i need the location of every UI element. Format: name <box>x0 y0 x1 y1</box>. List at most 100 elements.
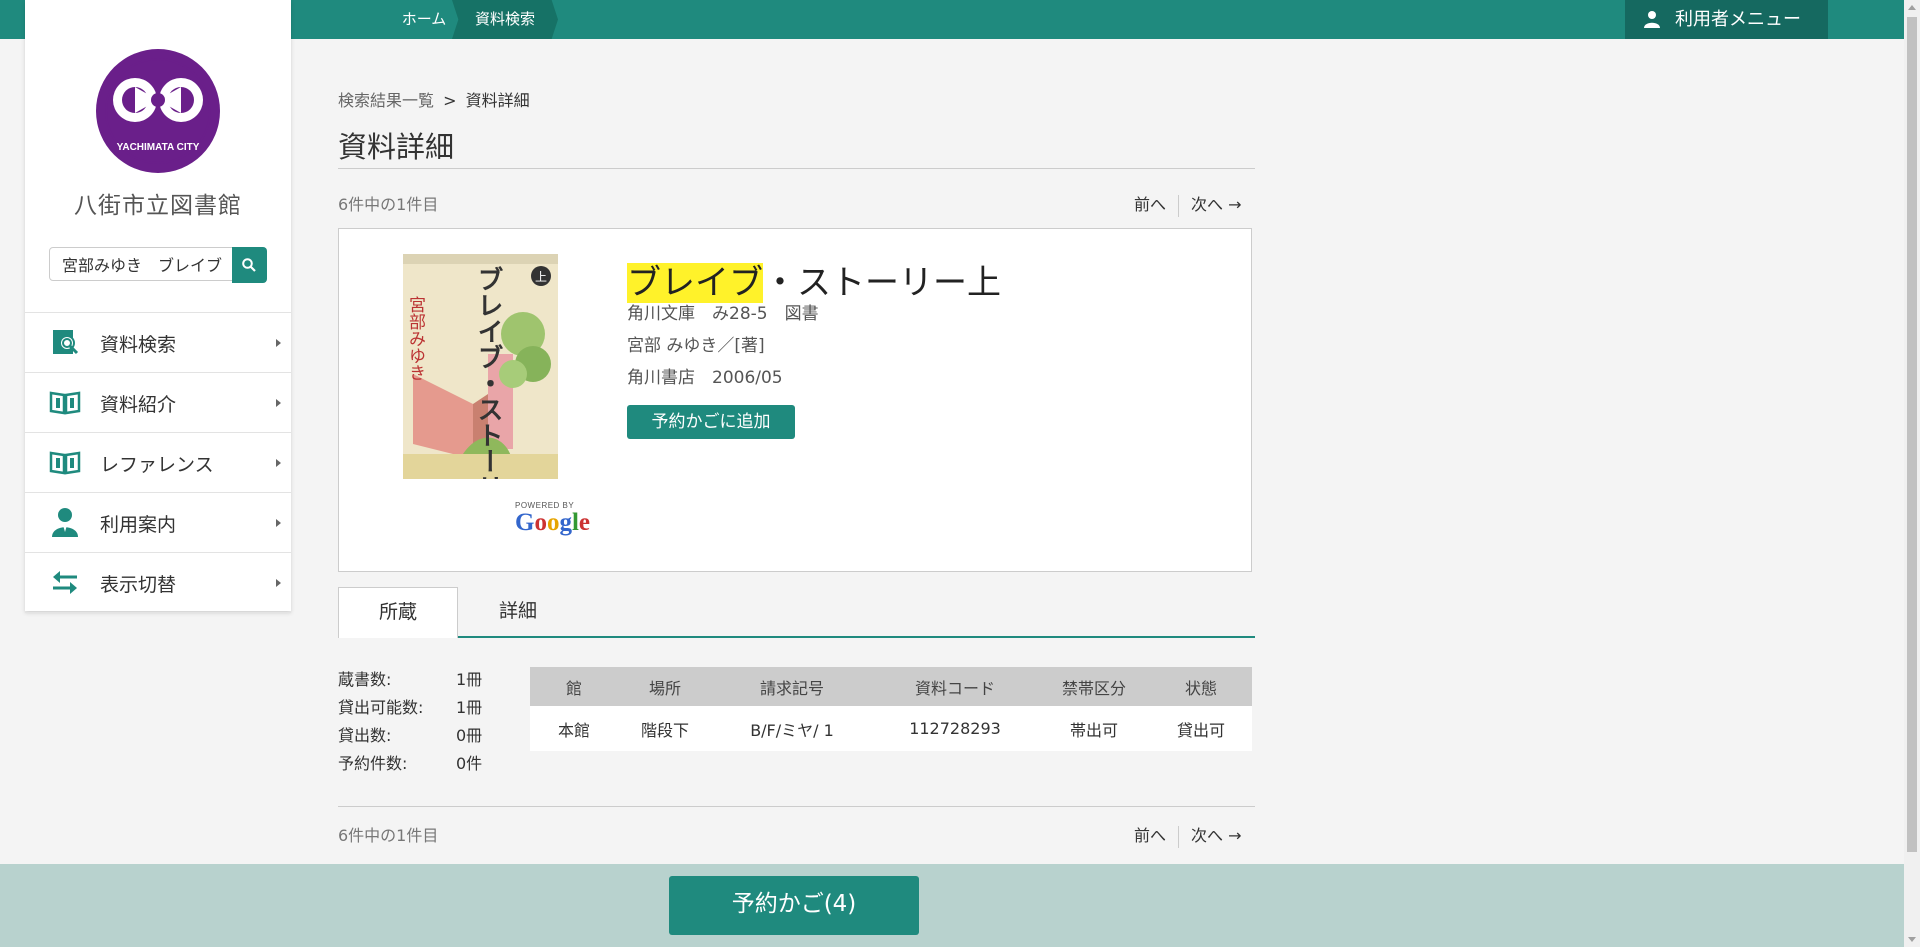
column-header: 禁帯区分 <box>1038 667 1150 706</box>
next-link[interactable]: 次へ → <box>1191 822 1242 846</box>
google-wordmark: Google <box>515 509 591 536</box>
breadcrumb-results-link[interactable]: 検索結果一覧 <box>338 91 434 110</box>
table-header-row: 館 場所 請求記号 資料コード 禁帯区分 状態 <box>530 667 1252 706</box>
scroll-up-icon[interactable] <box>1908 5 1916 10</box>
sidebar-item-label: レファレンス <box>100 454 214 476</box>
logo-text: YACHIMATA CITY <box>117 142 200 153</box>
book-detail-card: 宮部みゆき ブレイブ・ストーリー 上 POWERED BY Google ブレイ… <box>338 228 1252 572</box>
column-header: 状態 <box>1150 667 1252 706</box>
stat-value: 0件 <box>456 754 483 773</box>
table-cell: 貸出可 <box>1150 706 1252 751</box>
scroll-down-icon[interactable] <box>1908 937 1916 942</box>
sidebar-item-label: 資料検索 <box>100 334 177 356</box>
cart-footer: 予約かご(4) <box>0 864 1904 947</box>
cover-author: 宮部みゆき <box>405 296 426 381</box>
book-author: 宮部 みゆき／[著] <box>627 336 765 356</box>
add-to-cart-button[interactable]: 予約かごに追加 <box>627 405 795 439</box>
library-name: 八街市立図書館 <box>74 193 242 219</box>
nav-search-link[interactable]: 資料検索 <box>452 0 558 39</box>
table-row: 本館 階段下 B/F/ミヤ/ 1 112728293 帯出可 貸出可 <box>530 706 1252 751</box>
pager-bottom: 前へ 次へ → <box>1134 822 1242 848</box>
column-header: 資料コード <box>872 667 1038 706</box>
title-highlight: ブレイブ <box>627 263 763 303</box>
user-icon <box>1644 11 1660 28</box>
table-cell: 112728293 <box>872 706 1038 751</box>
chevron-right-icon <box>276 459 281 467</box>
chevron-right-icon <box>276 519 281 527</box>
search-book-icon <box>53 330 79 355</box>
holdings-table: 館 場所 請求記号 資料コード 禁帯区分 状態 本館 階段下 B/F/ミヤ/ 1… <box>530 667 1252 751</box>
page-title: 資料詳細 <box>338 130 455 164</box>
column-header: 請求記号 <box>712 667 872 706</box>
result-position: 6件中の1件目 <box>338 195 439 214</box>
sidebar-item-label: 資料紹介 <box>100 394 177 416</box>
stat-label: 貸出数: <box>338 726 392 745</box>
breadcrumb-separator: > <box>443 91 457 110</box>
book-cover-image[interactable]: 宮部みゆき ブレイブ・ストーリー 上 <box>403 254 558 479</box>
prev-link[interactable]: 前へ <box>1134 191 1166 215</box>
search-input[interactable] <box>49 247 235 281</box>
detail-tabs: 所蔵 詳細 <box>338 587 1255 638</box>
chevron-right-icon <box>276 339 281 347</box>
sidebar-item-label: 表示切替 <box>100 574 177 596</box>
tab-details[interactable]: 詳細 <box>458 587 578 638</box>
stat-value: 0冊 <box>456 726 483 745</box>
breadcrumb: 検索結果一覧 > 資料詳細 <box>338 87 530 111</box>
column-header: 場所 <box>618 667 712 706</box>
next-link[interactable]: 次へ → <box>1191 191 1242 215</box>
reservation-cart-button[interactable]: 予約かご(4) <box>669 876 919 935</box>
table-cell: 本館 <box>530 706 618 751</box>
stat-label: 予約件数: <box>338 754 408 773</box>
pager-top: 前へ 次へ → <box>1134 191 1242 217</box>
chevron-right-icon <box>276 399 281 407</box>
cover-title: ブレイブ・ストーリー <box>473 265 503 479</box>
chevron-right-icon <box>276 579 281 587</box>
open-book-icon <box>49 451 81 475</box>
sidebar-item-search[interactable]: 資料検索 <box>25 313 291 373</box>
divider <box>1178 825 1180 848</box>
switch-arrows-icon <box>53 571 77 594</box>
stat-row: 貸出可能数: 1冊 <box>338 694 498 722</box>
table-cell: B/F/ミヤ/ 1 <box>712 706 872 751</box>
open-book-icon <box>49 391 81 415</box>
tab-holdings[interactable]: 所蔵 <box>338 587 458 638</box>
sidebar-nav: 資料検索 資料紹介 レファレンス 利用案内 表示切替 <box>25 312 291 613</box>
user-menu-label: 利用者メニュー <box>1675 9 1801 30</box>
result-position: 6件中の1件目 <box>338 826 439 845</box>
user-icon <box>52 508 78 537</box>
table-cell: 帯出可 <box>1038 706 1150 751</box>
stat-label: 蔵書数: <box>338 670 392 689</box>
stat-row: 予約件数: 0件 <box>338 750 498 778</box>
divider <box>1178 194 1180 217</box>
stat-value: 1冊 <box>456 670 483 689</box>
stat-label: 貸出可能数: <box>338 698 424 717</box>
divider <box>338 168 1255 169</box>
search-icon <box>242 258 256 272</box>
holding-stats: 蔵書数: 1冊 貸出可能数: 1冊 貸出数: 0冊 予約件数: 0件 <box>338 666 498 778</box>
book-publisher: 角川書店 2006/05 <box>627 368 783 388</box>
divider <box>338 806 1255 807</box>
sidebar-item-reference[interactable]: レファレンス <box>25 433 291 493</box>
sidebar: YACHIMATA CITY 八街市立図書館 資料検索 <box>25 0 291 613</box>
cover-volume: 上 <box>535 270 547 284</box>
book-title: ブレイブ・ストーリー上 <box>627 255 1001 304</box>
city-logo[interactable]: YACHIMATA CITY <box>95 48 221 174</box>
column-header: 館 <box>530 667 618 706</box>
book-series: 角川文庫 み28-5 図書 <box>627 304 819 324</box>
stat-row: 貸出数: 0冊 <box>338 722 498 750</box>
sidebar-search <box>49 247 267 283</box>
user-menu-button[interactable]: 利用者メニュー <box>1625 0 1828 39</box>
stat-value: 1冊 <box>456 698 483 717</box>
powered-by-google-logo[interactable]: POWERED BY Google <box>515 501 590 536</box>
breadcrumb-current: 資料詳細 <box>465 91 530 110</box>
prev-link[interactable]: 前へ <box>1134 822 1166 846</box>
title-rest: ・ストーリー上 <box>763 263 1001 303</box>
sidebar-item-label: 利用案内 <box>100 514 177 536</box>
search-button[interactable] <box>232 247 267 283</box>
vertical-scrollbar[interactable] <box>1904 0 1920 947</box>
sidebar-item-guide[interactable]: 利用案内 <box>25 493 291 553</box>
sidebar-item-display-switch[interactable]: 表示切替 <box>25 553 291 613</box>
sidebar-item-introduction[interactable]: 資料紹介 <box>25 373 291 433</box>
scrollbar-thumb[interactable] <box>1907 17 1917 852</box>
table-cell: 階段下 <box>618 706 712 751</box>
